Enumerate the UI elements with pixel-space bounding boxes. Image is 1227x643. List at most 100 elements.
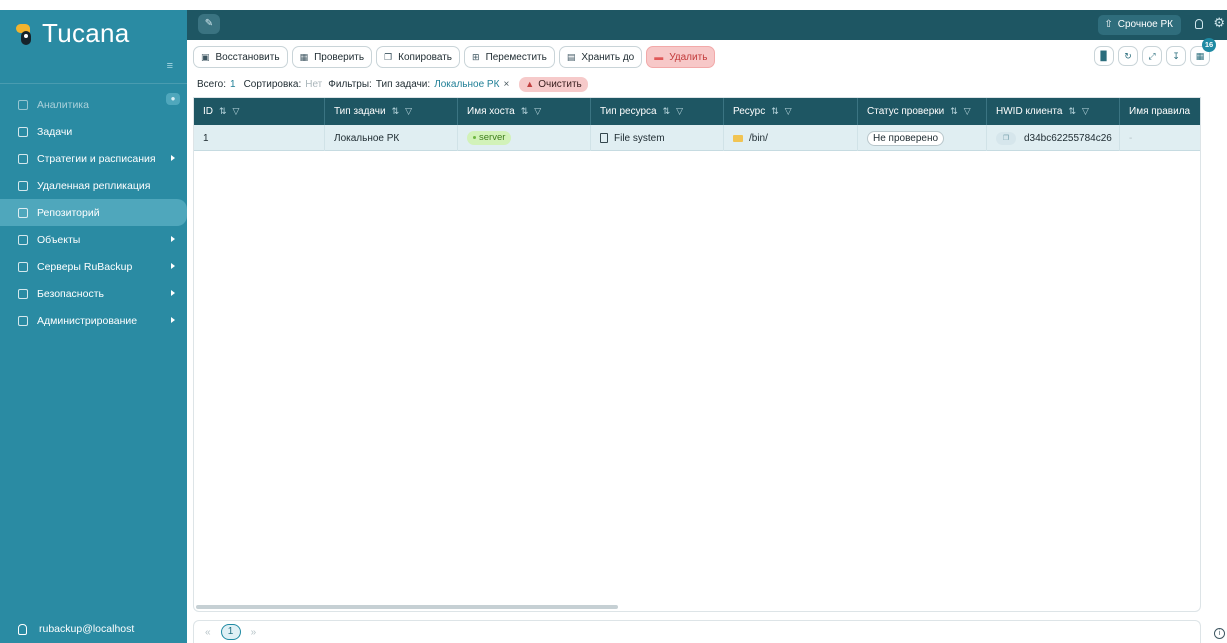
sort-icon[interactable]: ⇅	[663, 106, 671, 117]
sidebar-item-repository[interactable]: Репозиторий	[0, 199, 187, 226]
filter-icon[interactable]: ▽	[1082, 106, 1089, 117]
column-header-check-status[interactable]: Статус проверки ⇅ ▽	[858, 98, 987, 125]
keep-until-button[interactable]: ▤ Хранить до	[558, 46, 643, 68]
bar-chart-icon: ▉	[1100, 51, 1108, 61]
move-label: Переместить	[485, 51, 547, 63]
database-icon	[18, 207, 28, 218]
gear-icon[interactable]: ⚙	[1213, 15, 1225, 31]
table-header: ID ⇅ ▽ Тип задачи ⇅ ▽ Имя хоста ⇅ ▽ Тип …	[194, 98, 1200, 125]
chevron-right-icon	[171, 155, 175, 161]
sidebar-item-tasks[interactable]: Задачи	[0, 118, 187, 145]
sort-icon[interactable]: ⇅	[1068, 106, 1076, 117]
table-row[interactable]: 1 Локальное РК server File system /bin/ …	[194, 125, 1200, 151]
backups-table: ID ⇅ ▽ Тип задачи ⇅ ▽ Имя хоста ⇅ ▽ Тип …	[193, 97, 1201, 612]
filter-value: Локальное РК	[434, 78, 500, 90]
chart-button[interactable]: ▉	[1094, 46, 1114, 66]
top-bar: ✎ ⇧ Срочное РК ⚙	[187, 10, 1227, 40]
filter-active-icon[interactable]: ▽	[405, 106, 412, 117]
delete-label: Удалить	[669, 51, 708, 63]
verify-label: Проверить	[314, 51, 365, 63]
cell-id: 1	[194, 125, 325, 151]
prev-page-button[interactable]: «	[205, 627, 211, 638]
sidebar-item-security[interactable]: Безопасность	[0, 280, 187, 307]
page-number-button[interactable]: 1	[220, 624, 241, 640]
horizontal-scrollbar[interactable]	[196, 605, 618, 609]
urgent-backup-button[interactable]: ⇧ Срочное РК	[1098, 15, 1181, 35]
upload-icon: ⇧	[1104, 19, 1113, 30]
sidebar-item-servers[interactable]: Серверы RuBackup	[0, 253, 187, 280]
columns-button[interactable]: ▦ 16	[1190, 38, 1216, 66]
filter-bar: Всего: 1 Сортировка: Нет Фильтры: Тип за…	[197, 76, 588, 92]
logo[interactable]: Tucana	[16, 18, 130, 49]
sidebar-menu: Аналитика ● Задачи Стратегии и расписани…	[0, 91, 187, 334]
status-badge: Не проверено	[867, 130, 945, 146]
chevron-right-icon	[171, 263, 175, 269]
verify-button[interactable]: ▦ Проверить	[291, 46, 373, 68]
refresh-button[interactable]: ↻	[1118, 46, 1138, 66]
replication-icon	[18, 180, 28, 191]
clear-filters-button[interactable]: ▲ Очистить	[519, 76, 588, 92]
host-chip[interactable]: server	[467, 131, 512, 145]
total-label: Всего:	[197, 78, 226, 90]
download-icon: ↧	[1172, 51, 1180, 61]
sort-icon[interactable]: ⇅	[771, 106, 779, 117]
sidebar-item-analytics[interactable]: Аналитика ●	[0, 91, 187, 118]
sort-icon[interactable]: ⇅	[392, 106, 400, 117]
sidebar-item-administration[interactable]: Администрирование	[0, 307, 187, 334]
sort-icon[interactable]: ⇅	[219, 106, 227, 117]
cell-task-type: Локальное РК	[325, 125, 458, 151]
info-icon[interactable]: i	[1214, 628, 1225, 639]
columns-badge: 16	[1202, 38, 1216, 52]
expand-icon: ⤢	[1148, 51, 1156, 61]
copy-icon[interactable]: ❐	[996, 131, 1016, 145]
wrench-button[interactable]: ✎	[198, 14, 220, 34]
delete-button[interactable]: ▬ Удалить	[646, 46, 716, 68]
sort-icon[interactable]: ⇅	[521, 106, 529, 117]
column-header-host[interactable]: Имя хоста ⇅ ▽	[458, 98, 591, 125]
sort-label: Сортировка:	[243, 78, 302, 90]
cell-resource-type: File system	[591, 125, 724, 151]
column-header-hwid[interactable]: HWID клиента ⇅ ▽	[987, 98, 1120, 125]
sidebar-item-strategies[interactable]: Стратегии и расписания	[0, 145, 187, 172]
next-page-button[interactable]: »	[251, 627, 257, 638]
filter-icon[interactable]: ▽	[534, 106, 541, 117]
copy-button[interactable]: ❐ Копировать	[376, 46, 461, 68]
column-header-resource[interactable]: Ресурс ⇅ ▽	[724, 98, 858, 125]
filter-icon[interactable]: ▽	[785, 106, 792, 117]
refresh-icon: ↻	[1124, 51, 1132, 61]
user-icon[interactable]	[1195, 19, 1203, 29]
filter-name: Тип задачи:	[375, 78, 431, 90]
clear-filters-label: Очистить	[538, 78, 582, 90]
cell-rule: -	[1129, 132, 1133, 144]
filter-icon[interactable]: ▽	[964, 106, 971, 117]
columns-icon: ▦	[1195, 51, 1205, 61]
verify-icon: ▦	[299, 51, 309, 62]
restore-button[interactable]: ▣ Восстановить	[193, 46, 288, 68]
restore-label: Восстановить	[215, 51, 280, 63]
column-header-rule[interactable]: Имя правила	[1120, 98, 1200, 125]
cell-check-status: Не проверено	[858, 125, 987, 151]
sidebar-item-label: Безопасность	[37, 287, 104, 300]
user-icon	[18, 623, 27, 635]
table-tools: ▉ ↻ ⤢ ↧ ▦ 16	[1090, 38, 1216, 66]
filters-label: Фильтры:	[328, 78, 372, 90]
sidebar-item-label: Объекты	[37, 233, 81, 246]
restore-icon: ▣	[201, 51, 210, 62]
download-button[interactable]: ↧	[1166, 46, 1186, 66]
current-user[interactable]: rubackup@localhost	[18, 623, 134, 635]
sidebar-item-label: Репозиторий	[37, 206, 100, 219]
column-header-task-type[interactable]: Тип задачи ⇅ ▽	[325, 98, 458, 125]
sidebar-item-label: Удаленная репликация	[37, 179, 151, 192]
column-header-id[interactable]: ID ⇅ ▽	[194, 98, 325, 125]
filter-icon[interactable]: ▽	[676, 106, 683, 117]
file-icon	[600, 133, 608, 143]
sidebar-item-objects[interactable]: Объекты	[0, 226, 187, 253]
column-header-resource-type[interactable]: Тип ресурса ⇅ ▽	[591, 98, 724, 125]
move-button[interactable]: ⊞ Переместить	[464, 46, 555, 68]
filter-icon[interactable]: ▽	[233, 106, 240, 117]
sort-icon[interactable]: ⇅	[950, 106, 958, 117]
sidebar-item-replication[interactable]: Удаленная репликация	[0, 172, 187, 199]
remove-filter-icon[interactable]: ×	[503, 79, 509, 90]
collapse-sidebar-icon[interactable]: ≡	[167, 60, 173, 72]
fullscreen-button[interactable]: ⤢	[1142, 46, 1162, 66]
